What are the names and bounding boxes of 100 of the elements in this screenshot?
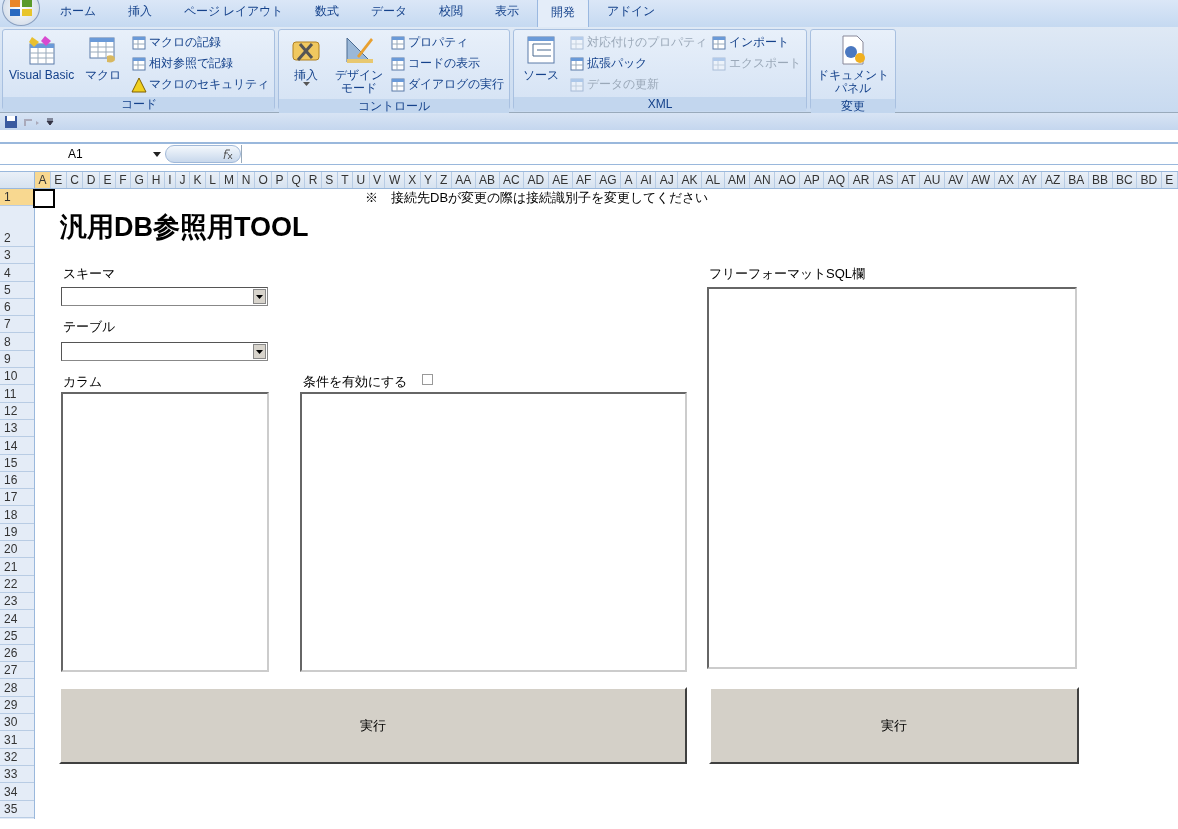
column-header[interactable]: E (99, 172, 116, 188)
column-header[interactable]: AB (475, 172, 500, 188)
column-header[interactable]: AO (775, 172, 801, 188)
customize-icon[interactable] (46, 117, 54, 126)
column-header[interactable]: AX (994, 172, 1019, 188)
column-header[interactable]: S (321, 172, 338, 188)
row-header[interactable]: 2 (0, 206, 34, 247)
row-header[interactable]: 22 (0, 575, 34, 593)
column-header[interactable]: AV (944, 172, 968, 188)
active-cell[interactable] (33, 189, 55, 208)
column-header[interactable]: AJ (656, 172, 679, 188)
ribbon-button[interactable]: インポート (709, 32, 804, 53)
row-header[interactable]: 3 (0, 247, 34, 265)
ribbon-tab[interactable]: 校閲 (425, 0, 478, 27)
column-header[interactable]: A (621, 172, 637, 188)
ribbon-tab[interactable]: 挿入 (114, 0, 166, 27)
ribbon-button[interactable]: Visual Basic (6, 32, 78, 84)
row-header[interactable]: 20 (0, 541, 34, 559)
row-header[interactable]: 23 (0, 592, 34, 611)
ribbon-tab[interactable]: 数式 (301, 0, 354, 27)
column-header[interactable]: AT (897, 172, 921, 188)
sql-text-box[interactable] (707, 287, 1077, 669)
ribbon-tab[interactable]: データ (357, 0, 422, 27)
column-header[interactable]: U (353, 172, 370, 188)
column-list[interactable] (61, 392, 269, 672)
column-header[interactable]: Y (420, 172, 437, 188)
row-header[interactable]: 13 (0, 419, 34, 438)
column-header[interactable]: E (50, 172, 67, 188)
condition-text-box[interactable] (300, 392, 687, 672)
ribbon-button[interactable]: マクロの記録 (129, 32, 272, 53)
column-header[interactable]: BD (1137, 172, 1162, 188)
row-header[interactable]: 24 (0, 610, 34, 628)
column-header[interactable]: AA (451, 172, 476, 188)
save-icon[interactable] (4, 114, 18, 129)
column-header[interactable]: R (305, 172, 322, 188)
column-header[interactable]: C (66, 172, 84, 188)
ribbon-button[interactable]: 相対参照で記録 (129, 53, 272, 74)
row-header[interactable]: 11 (0, 385, 34, 403)
row-header[interactable]: 18 (0, 506, 34, 524)
row-header[interactable]: 12 (0, 402, 34, 420)
column-header[interactable]: E (1161, 172, 1178, 188)
column-header[interactable]: AM (724, 172, 751, 188)
row-header[interactable]: 5 (0, 281, 34, 299)
ribbon-tab[interactable]: 開発 (537, 0, 590, 27)
row-header[interactable]: 32 (0, 748, 34, 766)
column-header[interactable]: H (148, 172, 165, 188)
ribbon-button[interactable]: ダイアログの実行 (388, 74, 507, 95)
row-header[interactable]: 34 (0, 783, 34, 801)
ribbon-button[interactable]: プロパティ (388, 32, 507, 53)
column-header[interactable]: L (205, 172, 221, 188)
column-header[interactable]: O (254, 172, 273, 188)
column-header[interactable]: AQ (824, 172, 850, 188)
function-button[interactable] (165, 145, 241, 163)
column-header[interactable]: AK (678, 172, 702, 188)
ribbon-button[interactable]: 挿入 (282, 32, 331, 88)
row-header[interactable]: 29 (0, 696, 34, 714)
column-header[interactable]: AY (1018, 172, 1042, 188)
column-header[interactable]: AN (750, 172, 776, 188)
ribbon-button[interactable]: コードの表示 (388, 53, 507, 74)
column-header[interactable]: AF (572, 172, 596, 188)
column-header[interactable]: V (369, 172, 386, 188)
ribbon-button[interactable]: マクロ (79, 32, 128, 84)
column-header[interactable]: Z (436, 172, 452, 188)
ribbon-tab[interactable]: ページ レイアウト (170, 0, 298, 27)
name-box[interactable]: A1 (0, 147, 165, 161)
ribbon-tab[interactable]: アドイン (593, 0, 670, 27)
row-header[interactable]: 25 (0, 627, 34, 645)
row-header[interactable]: 35 (0, 800, 34, 818)
row-header[interactable]: 1 (0, 189, 34, 206)
run-button[interactable]: 実行 (709, 687, 1079, 764)
column-header[interactable]: K (190, 172, 206, 188)
column-header[interactable]: AR (849, 172, 874, 188)
row-header[interactable]: 15 (0, 454, 34, 472)
ribbon-tab[interactable]: ホーム (46, 0, 110, 27)
column-header[interactable]: M (220, 172, 239, 188)
office-button[interactable] (2, 0, 40, 26)
column-header[interactable]: X (404, 172, 421, 188)
table-dropdown[interactable] (61, 342, 268, 361)
row-header[interactable]: 6 (0, 298, 34, 317)
row-header[interactable]: 7 (0, 316, 34, 334)
row-header[interactable]: 21 (0, 558, 34, 576)
column-header[interactable]: W (385, 172, 405, 188)
column-header[interactable]: AU (920, 172, 945, 188)
column-header[interactable]: AD (524, 172, 549, 188)
row-header[interactable]: 26 (0, 644, 34, 663)
column-header[interactable]: D (83, 172, 100, 188)
column-header[interactable]: AL (702, 172, 725, 188)
row-header[interactable]: 9 (0, 350, 34, 369)
ribbon-button[interactable]: デザインモード (332, 32, 387, 97)
run-button[interactable]: 実行 (59, 687, 687, 764)
row-header[interactable]: 16 (0, 471, 34, 490)
column-header[interactable]: AE (548, 172, 573, 188)
column-header[interactable]: AZ (1041, 172, 1065, 188)
column-header[interactable]: N (238, 172, 255, 188)
row-header[interactable]: 4 (0, 264, 34, 282)
ribbon-button[interactable]: マクロのセキュリティ (129, 74, 272, 95)
column-header[interactable]: G (131, 172, 149, 188)
row-header[interactable]: 14 (0, 437, 34, 455)
ribbon-tab[interactable]: 表示 (481, 0, 534, 27)
column-header[interactable]: BA (1064, 172, 1089, 188)
